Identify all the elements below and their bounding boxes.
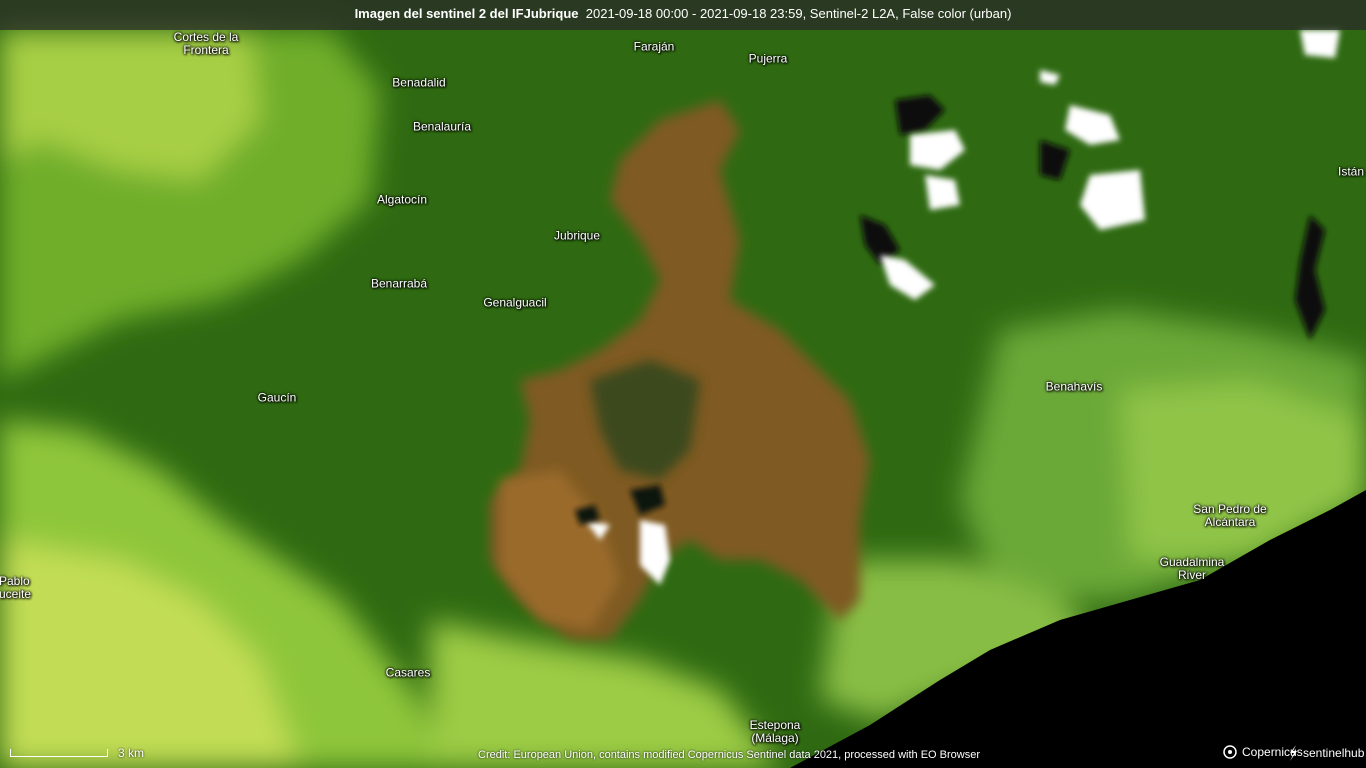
credit-text: Credit: European Union, contains modifie… bbox=[478, 749, 980, 761]
place-farajan[interactable]: Faraján bbox=[634, 40, 675, 54]
place-san-pedro-de-alcantara[interactable]: San Pedro de Alcántara bbox=[1193, 503, 1266, 529]
scale-bar-line bbox=[10, 749, 108, 757]
place-casares[interactable]: Casares bbox=[386, 666, 431, 680]
sentinelhub-logo-text: sentinelhub bbox=[1303, 746, 1365, 760]
place-istan[interactable]: Istán bbox=[1338, 165, 1364, 179]
place-algatocin[interactable]: Algatocín bbox=[377, 193, 427, 207]
place-gaucin[interactable]: Gaucín bbox=[258, 391, 297, 405]
place-benarraba[interactable]: Benarrabá bbox=[371, 277, 427, 291]
place-pablo-uceite[interactable]: Pablo uceite bbox=[0, 575, 31, 601]
place-benahavis[interactable]: Benahavís bbox=[1046, 380, 1103, 394]
map-subtitle: 2021-09-18 00:00 - 2021-09-18 23:59, Sen… bbox=[585, 6, 1012, 21]
sentinelhub-logo: sentinelhub bbox=[1287, 744, 1364, 762]
place-estepona[interactable]: Estepona (Málaga) bbox=[750, 719, 801, 745]
sentinelhub-icon bbox=[1290, 745, 1297, 761]
place-benadalid[interactable]: Benadalid bbox=[392, 76, 445, 90]
place-jubrique[interactable]: Jubrique bbox=[554, 229, 600, 243]
place-pujerra[interactable]: Pujerra bbox=[749, 52, 788, 66]
map-title: Imagen del sentinel 2 del IFJubrique bbox=[354, 6, 579, 21]
scale-bar-label: 3 km bbox=[118, 746, 145, 760]
place-benalauria[interactable]: Benalauría bbox=[413, 120, 471, 134]
place-guadalmina-river[interactable]: Guadalmina River bbox=[1160, 556, 1225, 582]
copernicus-icon bbox=[1223, 745, 1237, 759]
place-genalguacil[interactable]: Genalguacil bbox=[483, 296, 546, 310]
satellite-map[interactable] bbox=[0, 0, 1366, 768]
map-title-bar: Imagen del sentinel 2 del IFJubrique 202… bbox=[0, 0, 1366, 30]
place-cortes-de-la-frontera[interactable]: Cortes de la Frontera bbox=[174, 31, 239, 57]
